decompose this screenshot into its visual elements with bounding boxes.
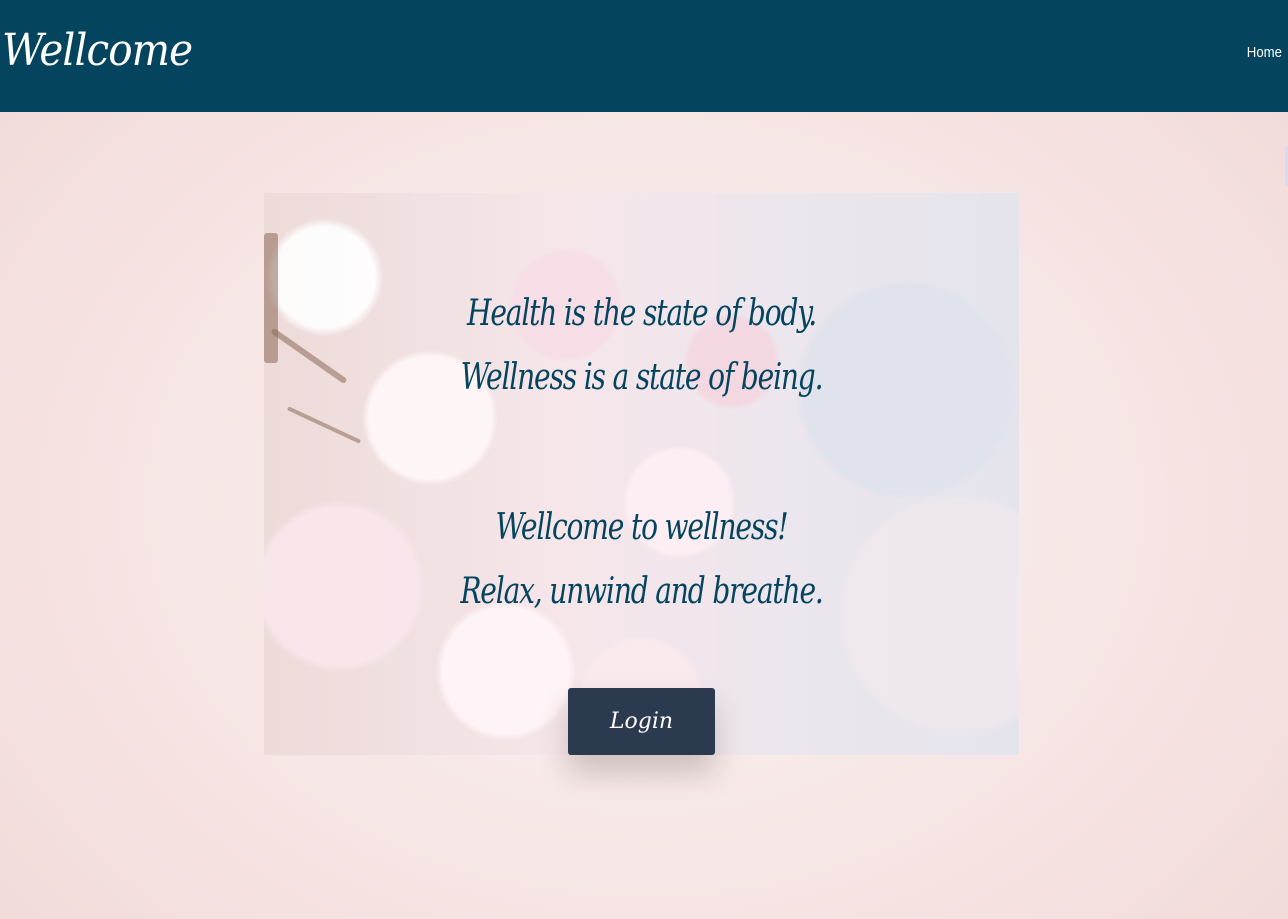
hero-image-panel: Health is the state of body. Wellness is… xyxy=(264,193,1019,755)
quote-line-2: Wellness is a state of being. xyxy=(460,357,824,398)
nav-link-home[interactable]: Home xyxy=(1247,44,1282,61)
welcome-line: Wellcome to wellness! xyxy=(495,507,789,548)
top-navbar: Wellcome Home xyxy=(0,0,1288,112)
relax-line: Relax, unwind and breathe. xyxy=(460,571,823,612)
login-button[interactable]: Login xyxy=(568,688,715,755)
hero-quote: Health is the state of body. Wellness is… xyxy=(264,193,1019,755)
brand-logo-text[interactable]: Wellcome xyxy=(2,6,193,96)
quote-line-1: Health is the state of body. xyxy=(466,293,817,334)
